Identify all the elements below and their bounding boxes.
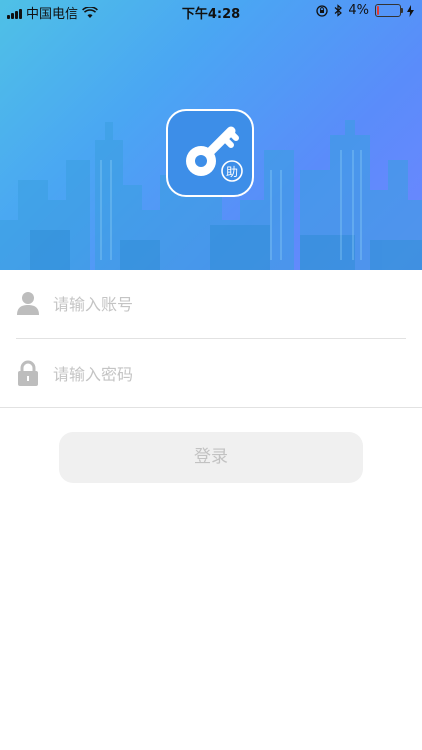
orientation-lock-icon [316,4,329,17]
password-input[interactable] [53,358,393,390]
battery-icon [375,4,403,17]
logo-badge: 助 [226,165,238,179]
login-screen: 中国电信 下午4:28 4% 助 请输入账号 登录 [0,0,422,750]
status-right: 4% [316,3,414,18]
password-divider [0,407,422,408]
account-row [0,270,422,338]
status-bar: 中国电信 下午4:28 4% [0,0,422,22]
login-button[interactable]: 登录 [59,432,363,483]
lock-icon [18,360,38,386]
key-icon: 助 [186,126,243,182]
password-row [0,340,422,408]
user-icon [17,292,39,315]
bluetooth-icon [334,4,343,17]
header-banner: 中国电信 下午4:28 4% 助 [0,0,422,270]
charging-icon [407,4,414,17]
account-divider [16,338,406,339]
battery-percent: 4% [348,3,369,18]
account-input[interactable] [53,288,393,320]
app-logo: 助 [166,109,254,197]
